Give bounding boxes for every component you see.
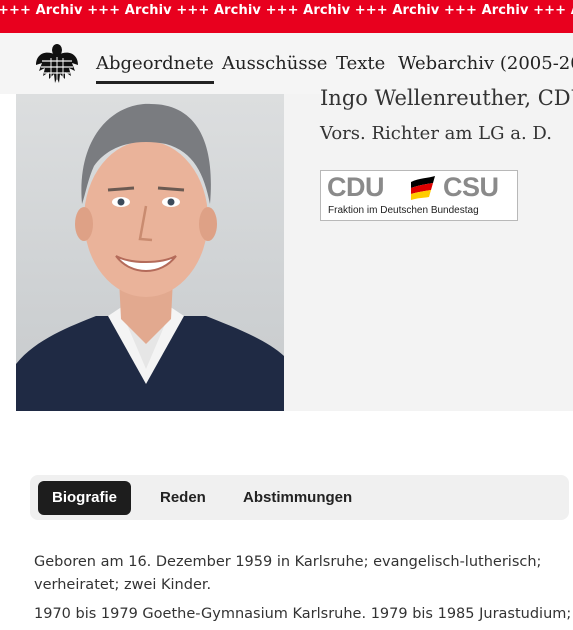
party-logo-cdu-text: CDU [327,172,385,202]
biography-paragraph: 1970 bis 1979 Goethe-Gymnasium Karlsruhe… [34,606,572,622]
nav-item-webarchiv[interactable]: Webarchiv (2005-201 [398,53,573,74]
tab-reden[interactable]: Reden [146,481,220,515]
member-role: Vors. Richter am LG a. D. [320,123,552,144]
party-logo: CDU CSU Fraktion im Deutschen Bundestag [320,170,518,221]
profile-tabs: Biografie Reden Abstimmungen [30,475,569,520]
bundestag-eagle-icon[interactable] [34,41,80,85]
portrait-illustration [16,103,284,411]
biography-paragraph: Geboren am 16. Dezember 1959 in Karlsruh… [34,554,542,593]
archive-banner-text: +++ Archiv +++ Archiv +++ Archiv +++ Arc… [0,3,573,18]
nav-item-ausschuesse[interactable]: Ausschüsse [222,53,327,74]
tab-abstimmungen[interactable]: Abstimmungen [229,481,366,515]
tab-biografie[interactable]: Biografie [38,481,132,515]
main-navigation: Abgeordnete Ausschüsse Texte Webarchiv (… [0,33,573,94]
nav-item-abgeordnete[interactable]: Abgeordnete [96,53,214,84]
member-name: Ingo Wellenreuther, CDU [320,86,573,110]
party-logo-subtitle: Fraktion im Deutschen Bundestag [328,205,479,216]
member-portrait-photo: i [16,94,284,411]
german-flag-swoosh-icon [411,176,435,200]
nav-item-texte[interactable]: Texte [336,53,385,74]
archive-banner: +++ Archiv +++ Archiv +++ Archiv +++ Arc… [0,0,573,33]
party-logo-csu-text: CSU [443,172,499,202]
